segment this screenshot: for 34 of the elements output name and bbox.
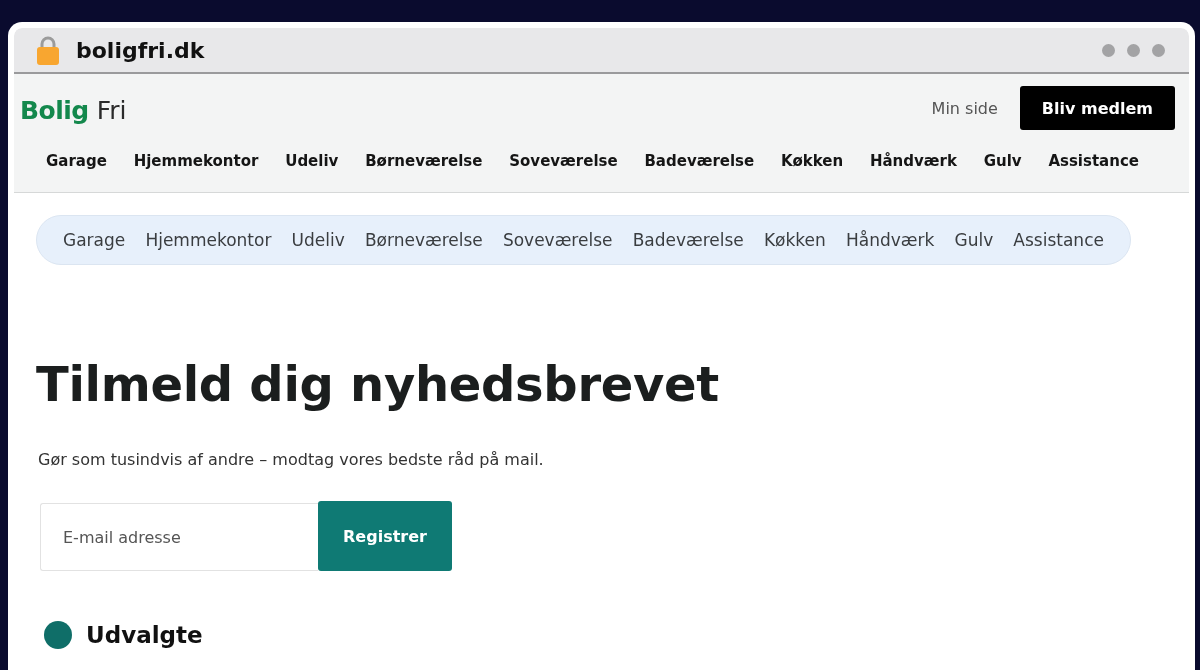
category-link[interactable]: Udeliv: [291, 230, 345, 250]
nav-link[interactable]: Garage: [46, 152, 107, 170]
category-link[interactable]: Børneværelse: [364, 230, 483, 250]
category-link[interactable]: Soveværelse: [502, 230, 613, 250]
account-link[interactable]: Min side: [931, 98, 998, 118]
nav-link[interactable]: Udeliv: [285, 152, 339, 170]
category-link[interactable]: Hjemmekontor: [145, 230, 272, 250]
category-link[interactable]: Gulv: [954, 230, 994, 250]
window-dot-icon: [1152, 43, 1165, 57]
nav-link[interactable]: Soveværelse: [509, 152, 618, 170]
nav-link[interactable]: Gulv: [983, 152, 1022, 170]
nav-link[interactable]: Køkken: [781, 152, 844, 170]
window-dot-icon: [1127, 43, 1140, 57]
nav-link[interactable]: Hjemmekontor: [133, 152, 259, 170]
category-link[interactable]: Garage: [63, 230, 126, 250]
category-link[interactable]: Badeværelse: [632, 230, 744, 250]
register-button[interactable]: Registrer: [318, 501, 452, 572]
site-logo[interactable]: Bolig Fri: [20, 95, 127, 125]
bullet-icon: [44, 621, 72, 650]
nav-link[interactable]: Børneværelse: [365, 152, 483, 170]
category-link[interactable]: Håndværk: [846, 230, 935, 250]
newsletter-text: Gør som tusindvis af andre – modtag vores bedste råd på mail.: [38, 450, 545, 470]
lock-icon: [36, 35, 60, 65]
address-text: boligfri.dk: [76, 37, 205, 63]
nav-link[interactable]: Håndværk: [869, 152, 957, 170]
category-link[interactable]: Køkken: [763, 230, 826, 250]
category-link[interactable]: Assistance: [1013, 230, 1104, 250]
window-dot-icon: [1102, 43, 1115, 57]
join-button[interactable]: Bliv medlem: [1019, 86, 1175, 130]
nav-link[interactable]: Assistance: [1048, 152, 1139, 170]
nav-link[interactable]: Badeværelse: [644, 152, 755, 170]
section-heading: Udvalgte: [86, 622, 203, 649]
newsletter-heading: Tilmeld dig nyhedsbrevet: [36, 357, 720, 413]
email-field[interactable]: E-mail adresse: [40, 503, 318, 572]
